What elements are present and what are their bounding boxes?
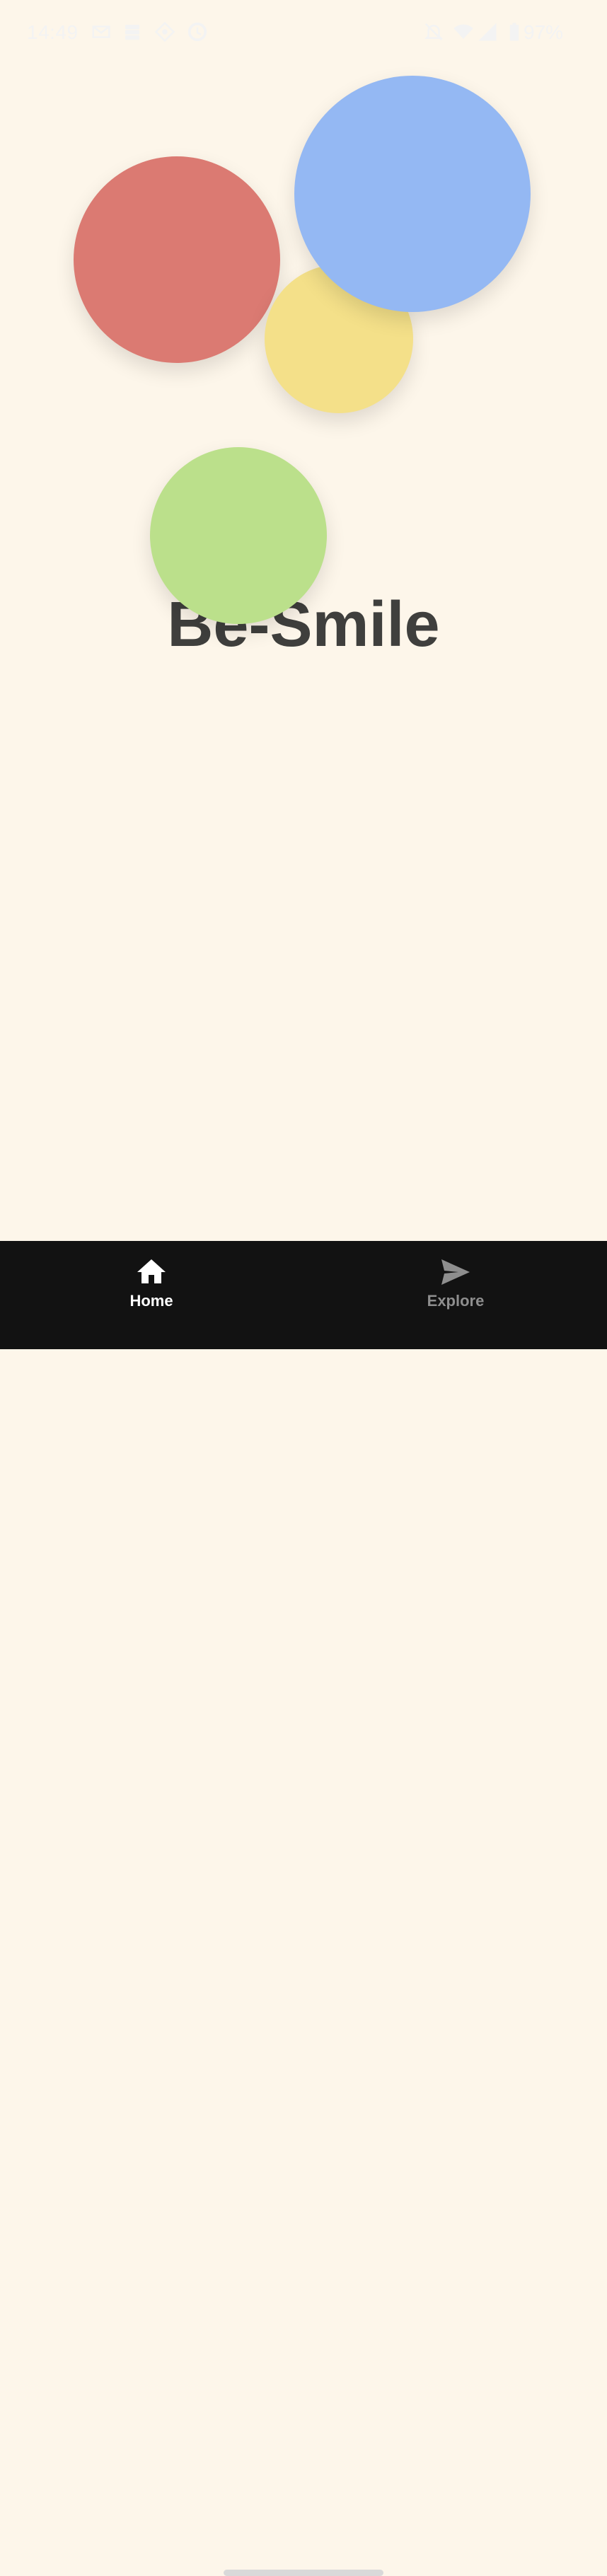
wifi-icon <box>453 24 473 39</box>
blue-circle <box>294 76 531 312</box>
mail-icon <box>92 25 110 38</box>
bottom-navigation: Home Explore <box>0 1241 607 2576</box>
location-diamond-icon <box>154 21 175 42</box>
home-icon <box>137 1259 166 1283</box>
red-circle <box>74 156 280 363</box>
storage-icon <box>125 25 139 40</box>
app-title: Be-Smile <box>167 589 440 660</box>
nav-explore-label: Explore <box>427 1292 485 1310</box>
send-icon <box>441 1259 470 1285</box>
sync-icon <box>187 22 207 42</box>
battery-percentage: 97% <box>524 21 564 43</box>
battery-icon <box>509 23 519 41</box>
nav-home[interactable]: Home <box>81 1241 222 1326</box>
nav-explore[interactable]: Explore <box>385 1241 526 1326</box>
gesture-bar[interactable] <box>224 2570 383 2576</box>
signal-icon <box>478 23 497 41</box>
notifications-off-icon <box>424 23 444 41</box>
green-circle <box>150 447 327 624</box>
nav-home-label: Home <box>129 1292 173 1310</box>
status-bar: 14:49 97% <box>0 0 607 68</box>
status-time: 14:49 <box>27 21 79 43</box>
